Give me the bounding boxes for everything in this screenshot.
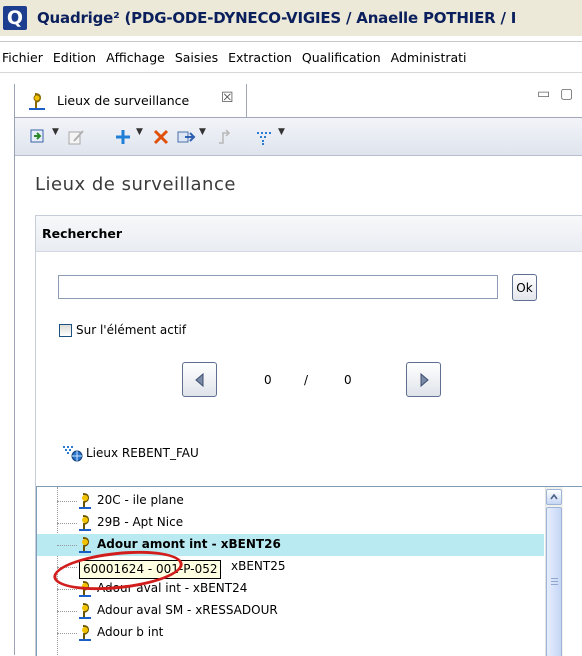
location-pin-icon <box>79 625 91 641</box>
scroll-thumb[interactable] <box>546 507 562 656</box>
add-icon[interactable] <box>112 126 134 148</box>
refresh-dropdown-icon[interactable]: ▼ <box>52 127 59 137</box>
window-title-bar: Q Quadrige² (PDG-ODE-DYNECO-VIGIES / Ana… <box>0 0 582 36</box>
filter-icon[interactable] <box>253 126 275 148</box>
menu-administration[interactable]: Administrati <box>386 50 472 65</box>
maximize-view-icon[interactable]: ▢ <box>560 86 573 102</box>
arrow-left-icon <box>194 372 203 387</box>
refresh-icon[interactable] <box>27 126 49 148</box>
tree-item[interactable]: 20C - ile plane <box>37 490 544 512</box>
tab-close-icon[interactable]: ☒ <box>221 90 234 106</box>
tree-item[interactable]: Adour aval SM - xRESSADOUR <box>37 600 544 622</box>
previous-button[interactable] <box>182 362 217 397</box>
tree-root-label: Lieux REBENT_FAU <box>86 446 199 460</box>
export-dropdown-icon[interactable]: ▼ <box>199 127 206 137</box>
filter-dropdown-icon[interactable]: ▼ <box>278 127 285 137</box>
search-section-title: Rechercher <box>42 226 123 241</box>
edit-icon[interactable] <box>65 126 87 148</box>
search-input[interactable] <box>58 275 498 299</box>
tree-item-label: 29B - Apt Nice <box>97 515 184 529</box>
menu-bar: Fichier Edition Affichage Saisies Extrac… <box>0 41 582 73</box>
pager-current: 0 <box>264 373 272 387</box>
tab-row: Lieux de surveillance ☒ ▭ ▢ <box>15 84 582 118</box>
menu-fichier[interactable]: Fichier <box>0 50 48 65</box>
arrow-right-icon <box>420 372 429 387</box>
tree-vertical-scrollbar[interactable] <box>545 487 563 656</box>
active-element-checkbox[interactable] <box>59 324 72 337</box>
search-section-header: Rechercher <box>36 216 582 252</box>
tree-item[interactable]: 29B - Apt Nice <box>37 512 544 534</box>
location-pin-icon <box>79 603 91 619</box>
location-pin-icon <box>79 537 91 553</box>
ok-button[interactable]: Ok <box>512 274 537 301</box>
tree-item[interactable]: Adour b int <box>37 622 544 644</box>
tree-item-label: xBENT25 <box>231 559 286 573</box>
location-pin-icon <box>79 493 91 509</box>
search-section: Rechercher Ok Sur l'élément actif 0 / 0 … <box>35 215 582 656</box>
toolbar: ▼ ▼ ▼ ▼ <box>15 118 582 156</box>
page-title: Lieux de surveillance <box>35 174 236 195</box>
menu-affichage[interactable]: Affichage <box>101 50 170 65</box>
next-button[interactable] <box>406 362 441 397</box>
delete-icon[interactable] <box>150 126 172 148</box>
tree-item-label: Adour b int <box>97 625 164 639</box>
pager-total: 0 <box>344 373 352 387</box>
minimize-view-icon[interactable]: ▭ <box>537 86 550 102</box>
location-pin-icon <box>29 93 45 110</box>
add-dropdown-icon[interactable]: ▼ <box>136 127 143 137</box>
pager-separator: / <box>304 373 309 387</box>
menu-qualification[interactable]: Qualification <box>297 50 386 65</box>
export-icon[interactable] <box>175 126 197 148</box>
location-network-icon <box>63 446 83 462</box>
location-pin-icon <box>79 515 91 531</box>
move-icon[interactable] <box>213 126 235 148</box>
tree-item-label: Adour amont int - xBENT26 <box>97 537 281 551</box>
window-title: Quadrige² (PDG-ODE-DYNECO-VIGIES / Anael… <box>37 9 517 27</box>
chevron-up-icon <box>550 494 558 500</box>
app-logo-icon: Q <box>3 6 27 30</box>
scroll-up-button[interactable] <box>546 489 562 505</box>
menu-edition[interactable]: Edition <box>48 50 101 65</box>
tab-label: Lieux de surveillance <box>57 93 190 108</box>
menu-saisies[interactable]: Saisies <box>170 50 223 65</box>
tree-item-label: 20C - ile plane <box>97 493 184 507</box>
menu-extraction[interactable]: Extraction <box>223 50 297 65</box>
active-element-checkbox-label: Sur l'élément actif <box>76 323 187 337</box>
tree-item-label: Adour aval SM - xRESSADOUR <box>97 603 278 617</box>
tab-lieux-de-surveillance[interactable]: Lieux de surveillance ☒ <box>15 84 247 117</box>
